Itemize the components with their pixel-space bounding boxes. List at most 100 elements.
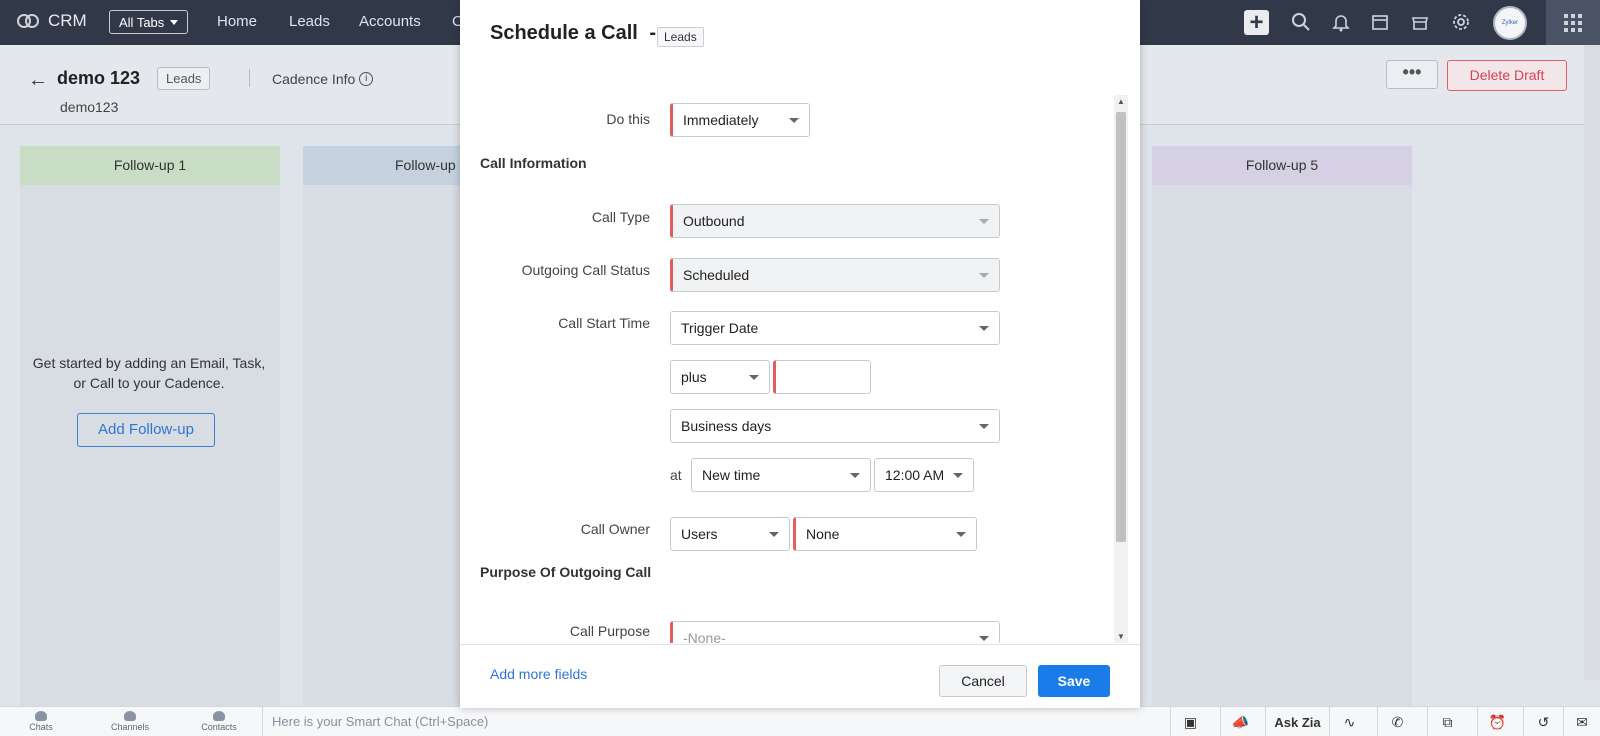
call-information-heading: Call Information	[480, 155, 587, 171]
schedule-call-dialog: Schedule a Call - Leads Do this Immediat…	[460, 0, 1140, 708]
call-owner-type-select[interactable]: Users	[670, 517, 790, 551]
contacts-label: Contacts	[201, 722, 237, 732]
phone-icon[interactable]: ✆	[1377, 707, 1417, 736]
chevron-down-icon	[979, 424, 989, 429]
history-icon[interactable]: ↺	[1523, 707, 1563, 736]
call-status-select[interactable]: Scheduled	[670, 258, 1000, 292]
call-status-value: Scheduled	[683, 267, 750, 283]
empty-state-line: or Call to your Cadence.	[73, 375, 225, 391]
add-follow-up-button[interactable]: Add Follow-up	[77, 413, 215, 447]
chevron-down-icon	[979, 636, 989, 641]
chevron-down-icon	[789, 118, 799, 123]
title-dash: -	[649, 22, 657, 44]
record-title: demo 123	[57, 68, 141, 88]
call-purpose-value: -None-	[683, 630, 726, 643]
chevron-down-icon	[953, 473, 963, 478]
user-avatar[interactable]: Zylker	[1493, 6, 1527, 40]
empty-state-text: Get started by adding an Email, Task, or…	[18, 353, 280, 393]
nav-leads[interactable]: Leads	[289, 13, 330, 30]
column-header: Follow-up 5	[1152, 146, 1412, 185]
scrollbar-thumb[interactable]	[1116, 112, 1126, 542]
channels-icon	[124, 711, 136, 721]
chevron-down-icon	[769, 532, 779, 537]
crm-logo[interactable]: CRM	[16, 11, 87, 31]
signal-icon[interactable]: ∿	[1329, 707, 1369, 736]
column-header: Follow-up 1	[20, 146, 280, 185]
chats-label: Chats	[29, 722, 53, 732]
dialog-form: Do this Immediately Call Information Cal…	[460, 95, 1140, 643]
call-owner-label: Call Owner	[580, 521, 650, 537]
search-icon[interactable]	[1291, 12, 1311, 32]
business-days-value: Business days	[681, 418, 772, 434]
more-options-button[interactable]: •••	[1386, 60, 1438, 89]
call-status-label: Outgoing Call Status	[521, 262, 650, 278]
cadence-info[interactable]: Cadence Info i	[272, 71, 374, 87]
all-tabs-label: All Tabs	[119, 14, 165, 30]
module-tag: Leads	[157, 67, 211, 90]
call-type-select[interactable]: Outbound	[670, 204, 1000, 238]
dialog-footer: Add more fields Cancel Save	[460, 644, 1140, 708]
do-this-label: Do this	[606, 111, 650, 127]
messages-icon[interactable]: ✉	[1563, 707, 1600, 736]
smart-chat-bar: Chats Channels Contacts Here is your Sma…	[0, 706, 1600, 736]
plus-minus-value: plus	[681, 369, 707, 385]
bell-icon[interactable]	[1331, 12, 1351, 32]
call-start-time-label: Call Start Time	[558, 315, 650, 331]
chevron-down-icon	[979, 219, 989, 224]
announcement-icon[interactable]: 📣	[1220, 707, 1260, 736]
cadence-info-label: Cadence Info	[272, 71, 356, 87]
chevron-down-icon	[979, 273, 989, 278]
time-mode-value: New time	[702, 467, 761, 483]
save-button[interactable]: Save	[1038, 665, 1110, 697]
channels-label: Channels	[110, 722, 150, 732]
create-new-button[interactable]: +	[1244, 10, 1269, 35]
plus-minus-select[interactable]: plus	[670, 360, 770, 394]
chevron-down-icon	[170, 19, 179, 25]
zia-icon[interactable]: ⧉	[1427, 707, 1467, 736]
time-value: 12:00 AM	[885, 467, 945, 483]
chats-button[interactable]: Chats	[11, 711, 71, 732]
chevron-down-icon	[956, 532, 966, 537]
chat-icon	[35, 711, 47, 721]
gear-icon[interactable]	[1451, 12, 1471, 32]
offset-input[interactable]	[773, 360, 871, 394]
delete-draft-button[interactable]: Delete Draft	[1447, 60, 1567, 91]
time-mode-select[interactable]: New time	[691, 458, 871, 492]
chevron-down-icon	[749, 375, 759, 380]
contacts-button[interactable]: Contacts	[189, 711, 249, 732]
dialog-scrollbar[interactable]: ▲ ▼	[1114, 95, 1128, 643]
add-more-fields-link[interactable]: Add more fields	[490, 666, 587, 682]
channels-button[interactable]: Channels	[100, 711, 160, 732]
follow-up-column-2: Follow-up	[303, 146, 463, 706]
time-select[interactable]: 12:00 AM	[874, 458, 974, 492]
alarm-icon[interactable]: ⏰	[1477, 707, 1517, 736]
chevron-down-icon	[850, 473, 860, 478]
purpose-heading: Purpose Of Outgoing Call	[480, 564, 652, 580]
cancel-button[interactable]: Cancel	[939, 665, 1027, 697]
nav-home[interactable]: Home	[217, 13, 257, 30]
app-grid-button[interactable]	[1546, 0, 1600, 45]
screen-share-icon[interactable]: ▣	[1170, 707, 1210, 736]
nav-accounts[interactable]: Accounts	[359, 13, 421, 30]
calendar-icon[interactable]	[1370, 12, 1390, 32]
avatar-text: Zylker	[1501, 20, 1519, 26]
smart-chat-input[interactable]: Here is your Smart Chat (Ctrl+Space)	[262, 707, 562, 736]
call-start-trigger-value: Trigger Date	[681, 320, 759, 336]
marketplace-icon[interactable]	[1410, 12, 1430, 32]
ask-zia-button[interactable]: Ask Zia	[1265, 707, 1329, 736]
at-label: at	[670, 467, 682, 483]
call-owner-select[interactable]: None	[793, 517, 977, 551]
record-subtitle: demo123	[60, 99, 119, 115]
back-arrow-icon[interactable]: ←	[28, 69, 48, 92]
do-this-select[interactable]: Immediately	[670, 103, 810, 137]
empty-state-line: Get started by adding an Email, Task,	[32, 355, 266, 371]
call-type-label: Call Type	[591, 209, 650, 225]
page-scrollbar[interactable]	[1584, 45, 1600, 680]
business-days-select[interactable]: Business days	[670, 409, 1000, 443]
scroll-down-icon[interactable]: ▼	[1117, 632, 1125, 641]
call-start-trigger-select[interactable]: Trigger Date	[670, 311, 1000, 345]
all-tabs-dropdown[interactable]: All Tabs	[109, 10, 189, 34]
apps-grid-icon	[1564, 13, 1582, 32]
call-purpose-select[interactable]: -None-	[670, 621, 1000, 643]
scroll-up-icon[interactable]: ▲	[1117, 97, 1125, 106]
